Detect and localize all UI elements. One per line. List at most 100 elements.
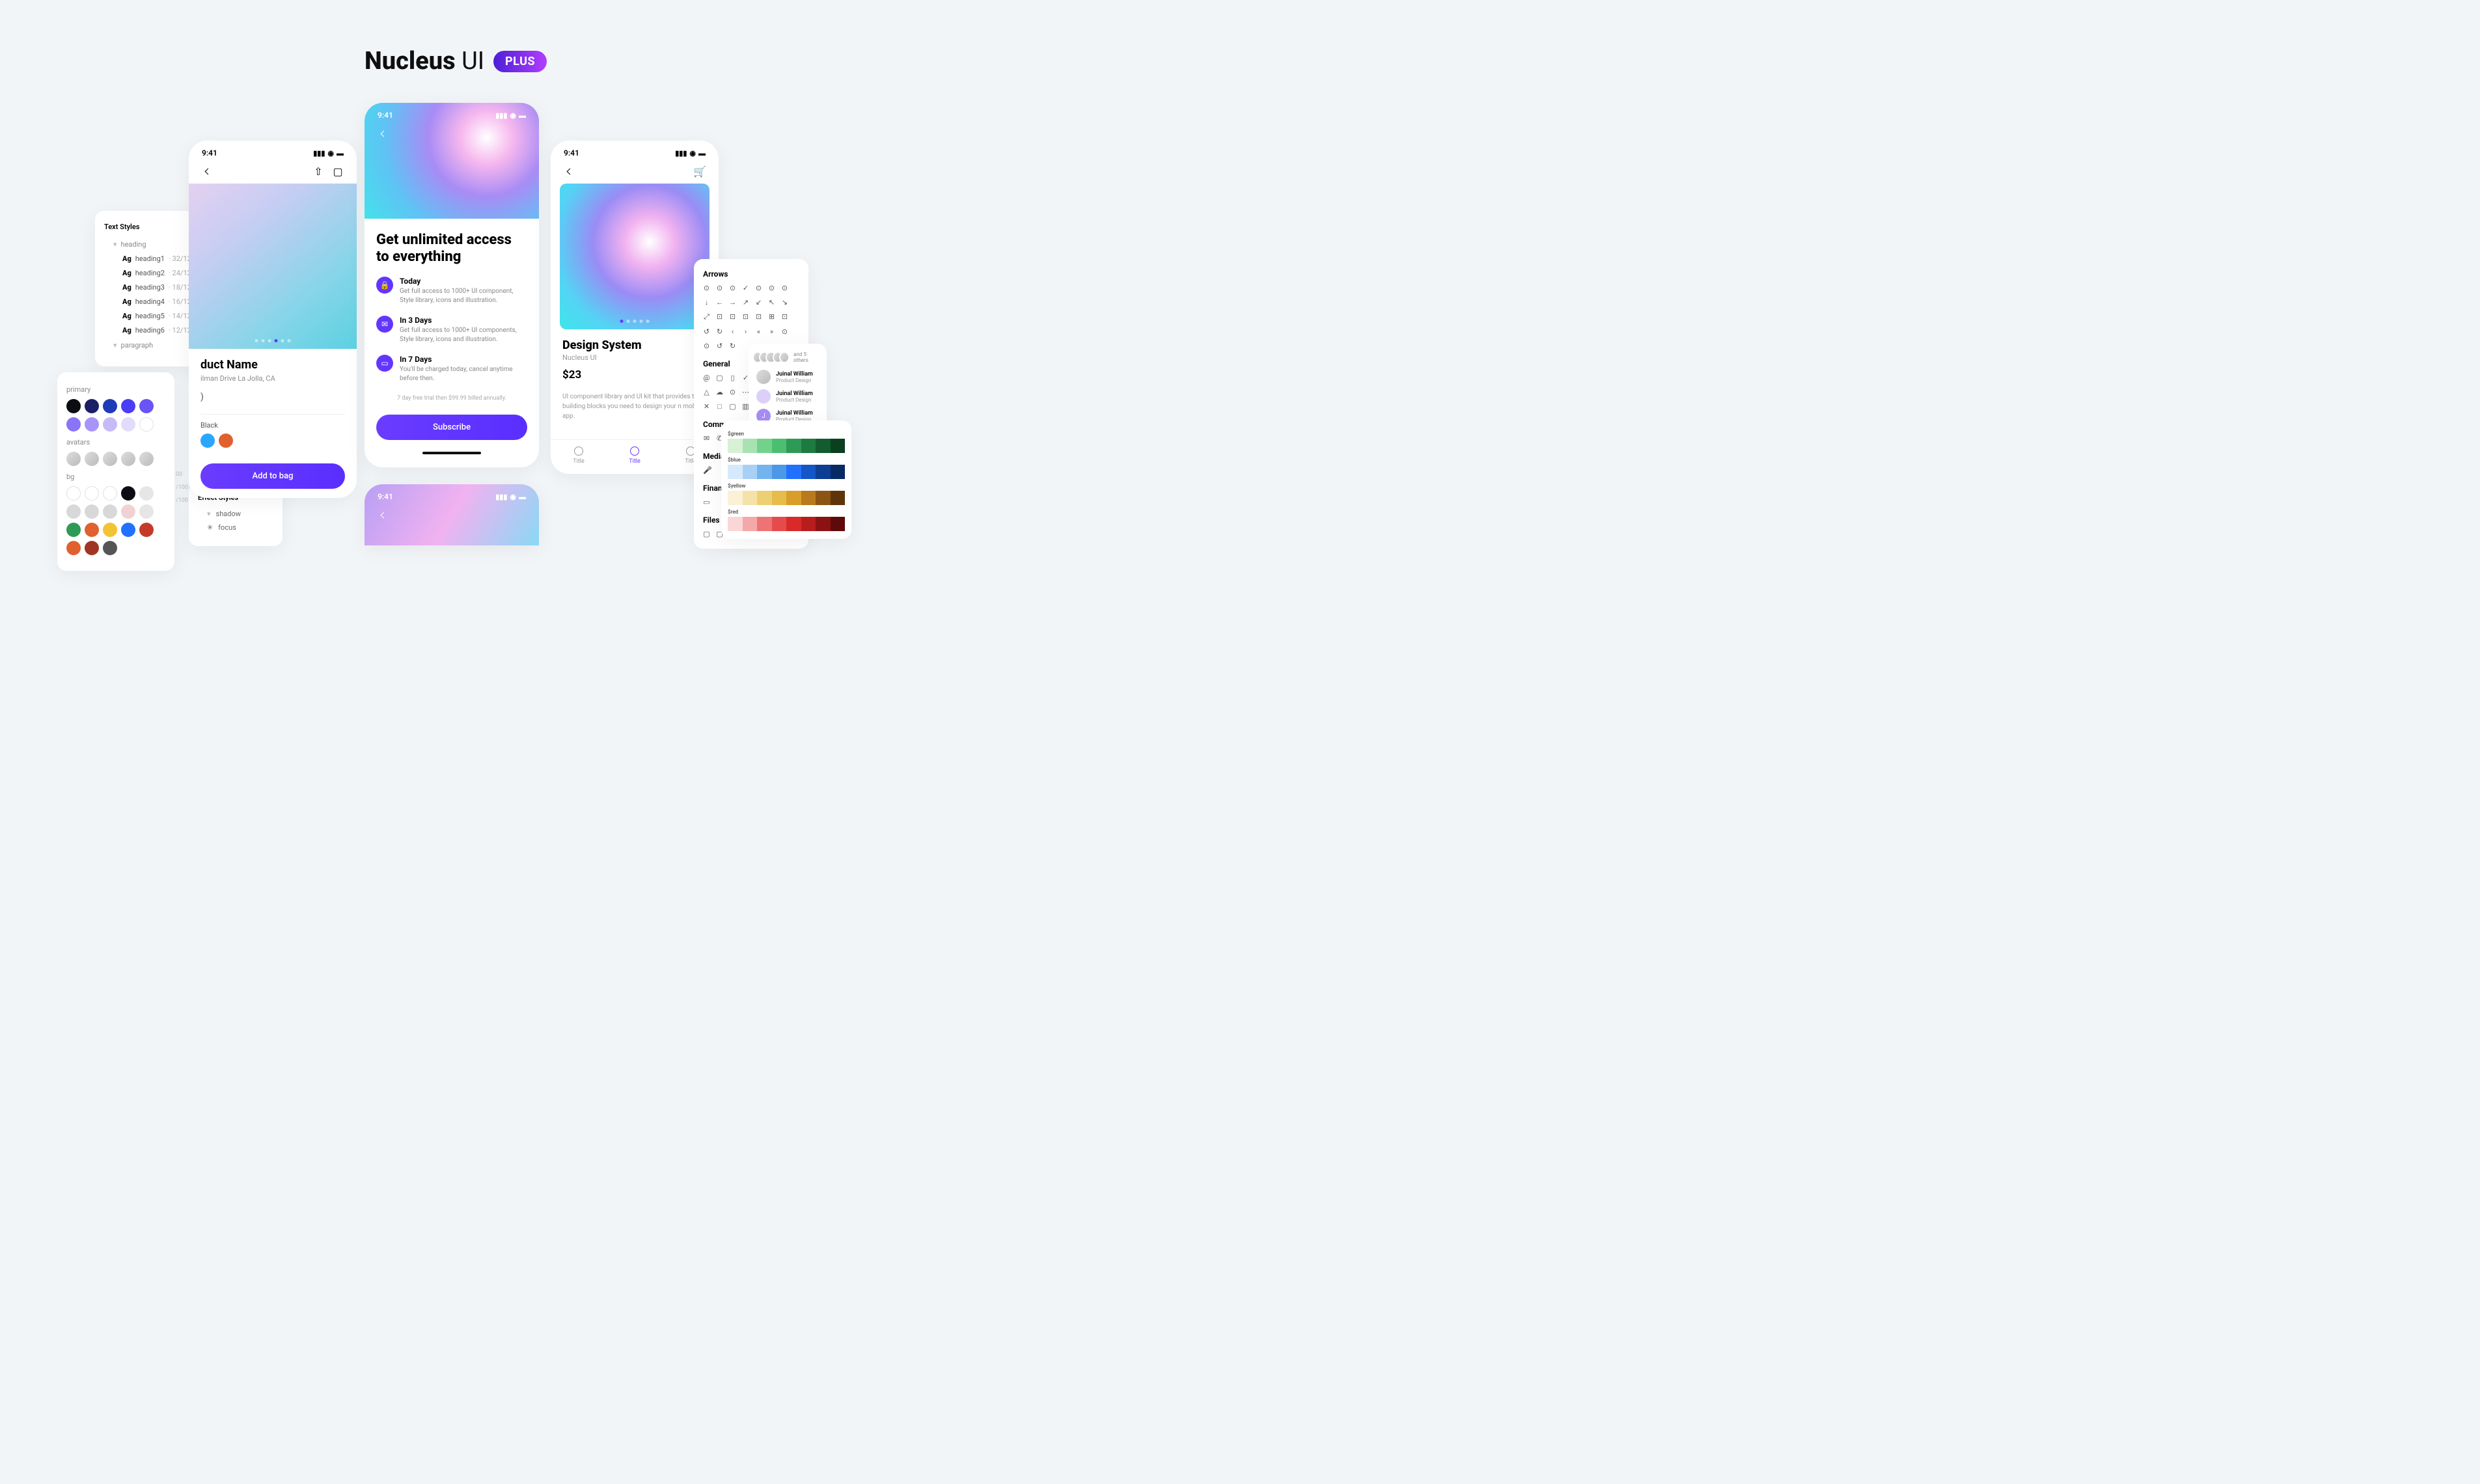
back-icon[interactable] <box>378 128 389 139</box>
battery-icon: ▬ <box>519 111 526 120</box>
color-swatch[interactable] <box>103 486 117 501</box>
color-swatch[interactable] <box>103 399 117 413</box>
product-title: Design System <box>562 338 707 352</box>
back-icon[interactable] <box>378 509 389 521</box>
battery-icon: ▬ <box>337 149 344 158</box>
primary-swatches <box>66 399 165 432</box>
avatar-row <box>66 452 165 466</box>
status-time: 9:41 <box>378 111 393 120</box>
color-swatch[interactable] <box>103 541 117 555</box>
avatar <box>85 452 99 466</box>
avatar-stack: and 5 others <box>756 351 819 363</box>
color-swatch[interactable] <box>85 399 99 413</box>
scale-row <box>728 439 845 453</box>
signal-icon: ▮▮▮ <box>495 111 507 120</box>
arrows-grid: ⊙⊙⊙✓⊙⊙⊙↓← →↗↙↖↘⤢⊡⊡⊡ ⊡⊞⊡↺↻‹›«» ⊙⊙↺↻ <box>703 284 799 350</box>
add-to-bag-button[interactable]: Add to bag <box>200 463 345 489</box>
avatar <box>139 452 154 466</box>
signal-icon: ▮▮▮ <box>313 149 325 158</box>
product-address: ilman Drive La Jolla, CA <box>200 374 345 383</box>
effect-row[interactable]: ✳focus <box>198 523 273 532</box>
color-swatch[interactable] <box>85 504 99 519</box>
color-swatch[interactable] <box>66 399 81 413</box>
variant-swatch[interactable] <box>219 433 233 448</box>
effect-row[interactable]: ▾shadow <box>198 510 273 518</box>
color-swatch[interactable] <box>121 504 135 519</box>
color-swatch[interactable] <box>66 417 81 432</box>
color-swatch[interactable] <box>66 541 81 555</box>
scale-row <box>728 491 845 505</box>
phone-bottom: 9:41 ▮▮▮◉▬ <box>365 484 539 545</box>
color-swatch[interactable] <box>139 504 154 519</box>
avatar <box>121 452 135 466</box>
tab-item[interactable]: Title <box>573 447 584 465</box>
product-price: $23 <box>562 368 707 381</box>
variant-swatch[interactable] <box>200 433 215 448</box>
navbar: ⇧ ▢ <box>189 163 357 184</box>
color-swatch[interactable] <box>121 523 135 537</box>
color-swatch[interactable] <box>103 504 117 519</box>
product-hero[interactable] <box>189 184 357 349</box>
wifi-icon: ◉ <box>689 149 696 158</box>
section-title: Arrows <box>703 269 799 279</box>
status-bar: 9:41 ▮▮▮◉▬ <box>551 141 719 163</box>
bg-swatches <box>66 486 165 555</box>
trial-note: 7 day free trial then $99.99 billed annu… <box>376 395 527 402</box>
mail-icon: ✉ <box>376 316 393 333</box>
brand-title: Nucleus UI PLUS <box>365 47 547 76</box>
color-swatch[interactable] <box>139 399 154 413</box>
headline: Get unlimited access to everything <box>376 232 527 266</box>
color-swatch[interactable] <box>85 541 99 555</box>
color-swatch[interactable] <box>139 523 154 537</box>
bg-label: bg <box>66 473 165 481</box>
avatars-label: avatars <box>66 438 165 447</box>
phone-subscribe: 9:41 ▮▮▮◉▬ Get unlimited access to every… <box>365 103 539 467</box>
wifi-icon: ◉ <box>327 149 334 158</box>
colors-panel: primary avatars bg <box>57 372 174 571</box>
color-swatch[interactable] <box>103 523 117 537</box>
phone-product: 9:41 ▮▮▮◉▬ ⇧ ▢ duct Name ilman Drive La … <box>189 141 357 498</box>
feature-item: ▭ In 7 DaysYou'll be charged today, canc… <box>376 355 527 383</box>
signal-icon: ▮▮▮ <box>675 149 687 158</box>
profile-item[interactable]: Juinal WilliamProduct Design <box>756 389 819 404</box>
color-swatch[interactable] <box>121 417 135 432</box>
color-swatch[interactable] <box>121 486 135 501</box>
variant-label: Black <box>200 421 345 430</box>
product-hero[interactable] <box>560 184 710 329</box>
status-time: 9:41 <box>564 148 579 158</box>
color-swatch[interactable] <box>139 417 154 432</box>
scale-row <box>728 465 845 479</box>
back-icon[interactable] <box>564 165 575 177</box>
color-swatch[interactable] <box>66 504 81 519</box>
status-bar: 9:41 ▮▮▮◉▬ <box>365 103 539 125</box>
avatar <box>103 452 117 466</box>
primary-label: primary <box>66 385 165 394</box>
page-header: Nucleus UI PLUS <box>0 0 911 76</box>
color-swatch[interactable] <box>139 486 154 501</box>
subscribe-button[interactable]: Subscribe <box>376 415 527 440</box>
color-scales-panel: $green $blue $yellow $red <box>721 420 851 539</box>
color-swatch[interactable] <box>66 486 81 501</box>
tab-item[interactable]: Title <box>629 447 640 465</box>
color-swatch[interactable] <box>66 523 81 537</box>
feature-item: ✉ In 3 DaysGet full access to 1000+ UI c… <box>376 316 527 344</box>
color-swatch[interactable] <box>103 417 117 432</box>
home-indicator <box>422 452 481 454</box>
carousel-dots <box>620 320 650 323</box>
product-subtitle: Nucleus UI <box>562 353 707 362</box>
color-swatch[interactable] <box>85 417 99 432</box>
status-bar: 9:41 ▮▮▮◉▬ <box>365 484 539 506</box>
bag-icon[interactable]: ▢ <box>332 165 344 177</box>
color-swatch[interactable] <box>85 486 99 501</box>
share-icon[interactable]: ⇧ <box>312 165 324 177</box>
focus-icon: ✳ <box>207 523 213 532</box>
back-icon[interactable] <box>202 165 214 177</box>
carousel-dots <box>255 339 291 342</box>
battery-icon: ▬ <box>698 149 706 158</box>
partial-list: 00/100/100 <box>176 465 188 510</box>
cart-icon[interactable]: 🛒 <box>694 165 706 177</box>
status-time: 9:41 <box>202 148 217 158</box>
color-swatch[interactable] <box>85 523 99 537</box>
color-swatch[interactable] <box>121 399 135 413</box>
profile-item[interactable]: Juinal WilliamProduct Design <box>756 370 819 384</box>
